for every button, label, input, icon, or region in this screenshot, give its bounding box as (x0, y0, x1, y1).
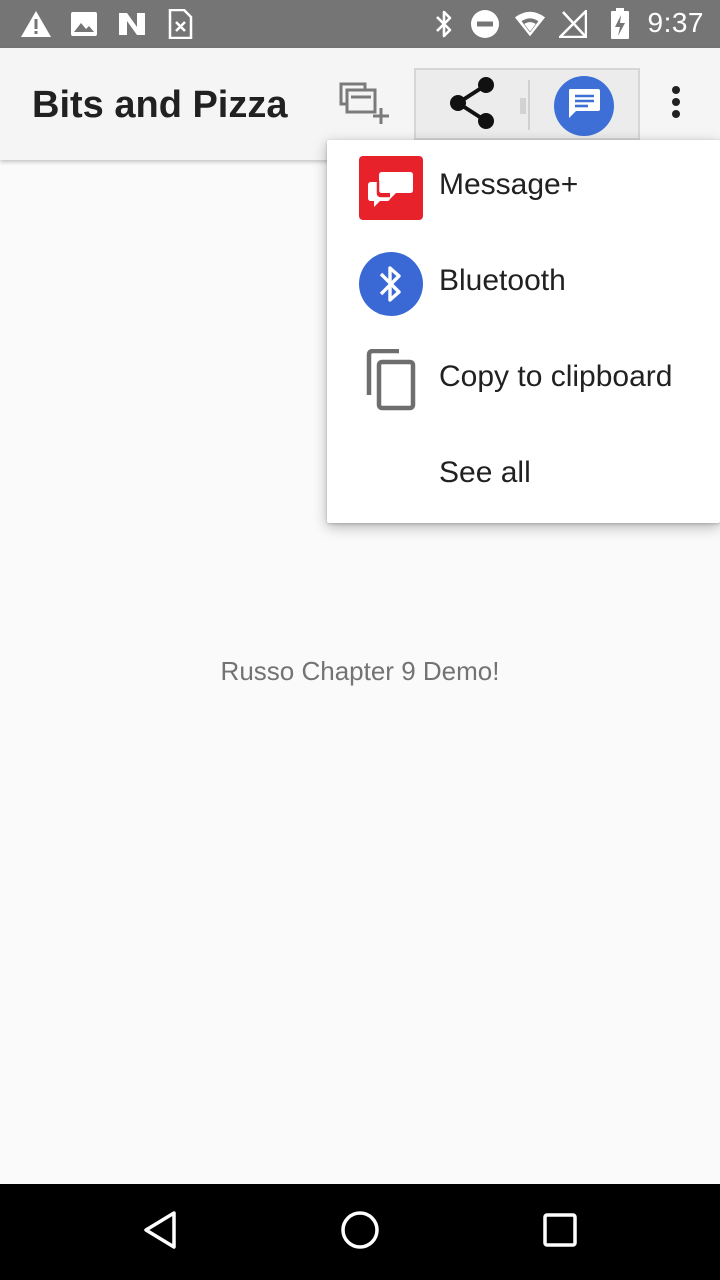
image-icon (68, 8, 100, 40)
share-option-label: Copy to clipboard (439, 360, 673, 393)
share-option-bluetooth[interactable]: Bluetooth (327, 236, 720, 332)
bluetooth-icon (359, 252, 423, 316)
battery-charging-icon (604, 8, 636, 40)
no-signal-icon (557, 8, 589, 40)
app-title: Bits and Pizza (32, 84, 288, 126)
navigation-bar (0, 1184, 720, 1280)
share-option-label: See all (439, 456, 531, 489)
overflow-menu-button[interactable] (652, 76, 700, 132)
sim-icon (164, 8, 196, 40)
content-text: Russo Chapter 9 Demo! (220, 656, 500, 686)
share-option-label: Bluetooth (439, 264, 566, 297)
overflow-menu-icon (671, 85, 681, 124)
home-icon (340, 1210, 380, 1255)
warning-icon (20, 8, 52, 40)
home-button[interactable] (336, 1208, 384, 1256)
wifi-icon (514, 8, 546, 40)
status-time: 9:37 (647, 7, 704, 38)
status-bar: 9:37 (0, 0, 720, 48)
share-icon (446, 75, 498, 136)
back-button[interactable] (136, 1208, 184, 1256)
n-logo-icon (116, 8, 148, 40)
back-icon (142, 1210, 178, 1255)
messages-app-icon (566, 87, 602, 126)
bluetooth-icon (428, 8, 460, 40)
cast-button[interactable] (332, 76, 396, 132)
cast-icon (335, 78, 393, 131)
recents-icon (542, 1212, 578, 1253)
share-button[interactable] (436, 74, 508, 136)
share-option-see-all[interactable]: See all (327, 428, 720, 524)
messages-app-button[interactable] (554, 76, 614, 136)
share-option-copy-to-clipboard[interactable]: Copy to clipboard (327, 332, 720, 428)
share-divider (520, 80, 530, 130)
share-option-label: Message+ (439, 168, 579, 201)
recents-button[interactable] (536, 1208, 584, 1256)
do-not-disturb-icon (469, 8, 501, 40)
share-popup-menu: Message+ Bluetooth Copy to clipboard See… (327, 140, 720, 523)
copy-icon (359, 348, 423, 412)
message-plus-icon (359, 156, 423, 220)
share-action-group (414, 68, 640, 140)
share-option-message-plus[interactable]: Message+ (327, 140, 720, 236)
